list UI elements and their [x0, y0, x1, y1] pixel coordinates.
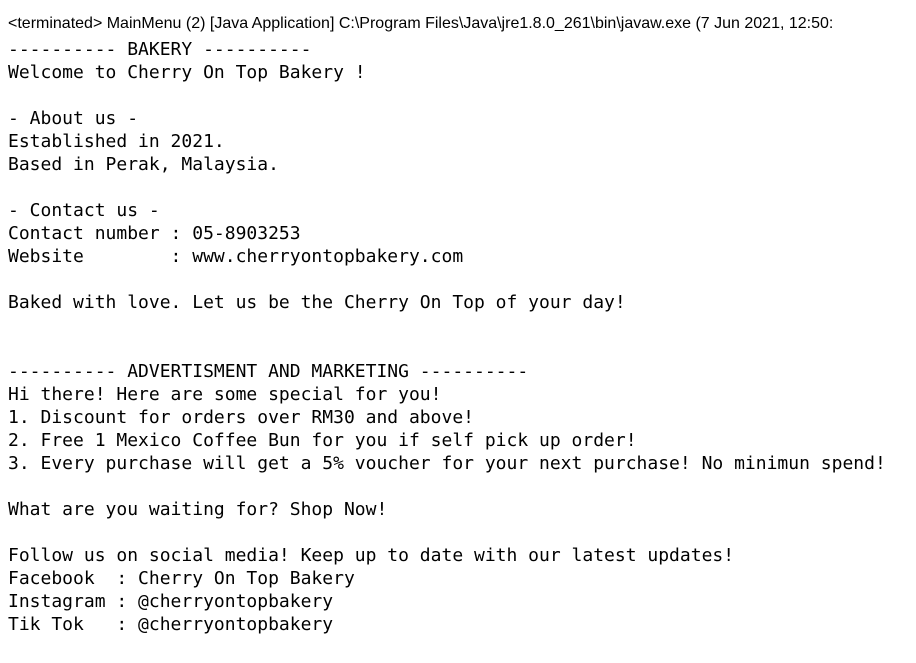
console-line: Facebook : Cherry On Top Bakery: [8, 568, 355, 589]
console-line: 3. Every purchase will get a 5% voucher …: [8, 453, 886, 474]
console-line: Instagram : @cherryontopbakery: [8, 591, 334, 612]
console-line: Follow us on social media! Keep up to da…: [8, 545, 735, 566]
console-line: Welcome to Cherry On Top Bakery !: [8, 62, 366, 83]
console-line: Tik Tok : @cherryontopbakery: [8, 614, 334, 635]
console-line: 1. Discount for orders over RM30 and abo…: [8, 407, 474, 428]
console-output[interactable]: ---------- BAKERY ---------- Welcome to …: [8, 38, 913, 636]
console-line: What are you waiting for? Shop Now!: [8, 499, 388, 520]
console-line: - Contact us -: [8, 200, 160, 221]
console-line: Website : www.cherryontopbakery.com: [8, 246, 464, 267]
console-line: ---------- BAKERY ----------: [8, 39, 312, 60]
console-line: Based in Perak, Malaysia.: [8, 154, 279, 175]
console-title-bar: <terminated> MainMenu (2) [Java Applicat…: [0, 0, 916, 36]
console-process-label: <terminated> MainMenu (2) [Java Applicat…: [8, 15, 834, 32]
console-line: Established in 2021.: [8, 131, 225, 152]
console-view: <terminated> MainMenu (2) [Java Applicat…: [0, 0, 916, 663]
console-line: Contact number : 05-8903253: [8, 223, 301, 244]
console-line: - About us -: [8, 108, 139, 129]
console-line: Baked with love. Let us be the Cherry On…: [8, 292, 626, 313]
console-line: 2. Free 1 Mexico Coffee Bun for you if s…: [8, 430, 637, 451]
console-line: Hi there! Here are some special for you!: [8, 384, 442, 405]
console-line: ---------- ADVERTISMENT AND MARKETING --…: [8, 361, 529, 382]
